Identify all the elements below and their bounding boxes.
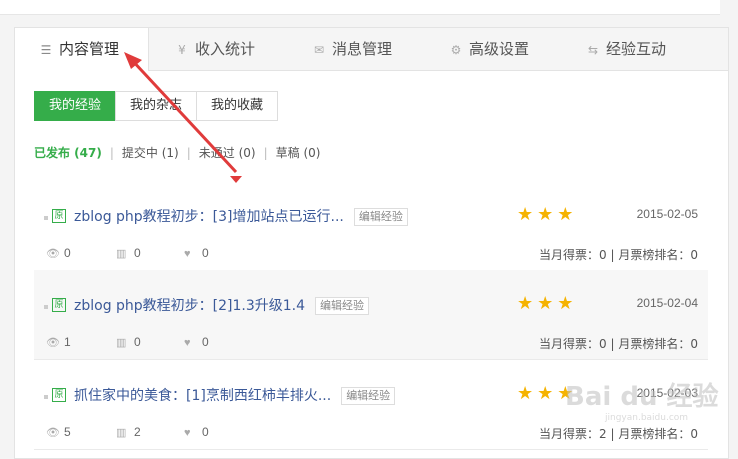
item-title-row: zblog php教程初步：[2]1.3升级1.4 编辑经验 (74, 295, 370, 315)
star-icon: ★ (557, 293, 578, 313)
star-icon: ★ (537, 383, 558, 403)
views-count: 0 (64, 246, 71, 260)
original-badge: 原 (52, 388, 66, 402)
eye-icon: 👁 (46, 427, 60, 439)
subtab-my-magazine[interactable]: 我的杂志 (115, 91, 198, 121)
mail-icon: ✉ (313, 42, 325, 57)
filter-submitting[interactable]: 提交中 (1) (122, 144, 179, 161)
votes-stat: ▥ 0 (116, 335, 141, 349)
tab-label: 经验互动 (606, 40, 667, 58)
baidu-watermark: Bai du 经验 jingyan.baidu.com (565, 376, 719, 423)
likes-stat: ♥ 0 (184, 425, 209, 439)
monthly-votes: 当月得票：0 | 月票榜排名：0 (539, 248, 698, 262)
divider: | (186, 146, 191, 160)
views-count: 5 (64, 425, 71, 439)
rating-stars: ★★★ (517, 293, 577, 314)
votes-stat: ▥ 2 (116, 425, 141, 439)
likes-count: 0 (202, 425, 209, 439)
tab-experience-interaction[interactable]: ⇆ 经验互动 (586, 28, 666, 70)
subtab-my-favorites[interactable]: 我的收藏 (196, 91, 279, 121)
item-title-row: 抓住家中的美食：[1]烹制西红柿羊排火... 编辑经验 (74, 385, 396, 405)
star-icon: ★ (557, 204, 578, 224)
top-bar (0, 0, 720, 15)
eye-icon: 👁 (46, 248, 60, 260)
star-icon: ★ (517, 383, 538, 403)
eye-icon: 👁 (46, 337, 60, 349)
views-stat: 👁 5 (46, 425, 71, 439)
list-item: 原 zblog php教程初步：[3]增加站点已运行... 编辑经验 ★★★ 20… (34, 181, 708, 271)
filter-published[interactable]: 已发布 (47) (34, 144, 102, 161)
bullet (44, 395, 48, 399)
item-title-link[interactable]: 抓住家中的美食：[1]烹制西红柿羊排火... (74, 388, 331, 404)
star-icon: ★ (517, 204, 538, 224)
views-count: 1 (64, 335, 71, 349)
swap-icon: ⇆ (587, 42, 599, 57)
heart-icon: ♥ (184, 337, 191, 349)
watermark-sub: jingyan.baidu.com (605, 413, 689, 423)
original-badge: 原 (52, 209, 66, 223)
tab-label: 高级设置 (469, 40, 530, 58)
filter-rejected[interactable]: 未通过 (0) (199, 144, 256, 161)
views-stat: 👁 1 (46, 335, 71, 349)
monthly-votes: 当月得票：0 | 月票榜排名：0 (539, 337, 698, 351)
tab-content-management[interactable]: ☰ 内容管理 (15, 28, 149, 71)
gear-icon: ⚙ (450, 42, 462, 57)
item-title-link[interactable]: zblog php教程初步：[3]增加站点已运行... (74, 209, 344, 225)
heart-icon: ♥ (184, 427, 191, 439)
divider: | (109, 146, 114, 160)
filter-drafts[interactable]: 草稿 (0) (276, 144, 321, 161)
edit-experience-button[interactable]: 编辑经验 (341, 387, 396, 405)
tab-label: 内容管理 (59, 40, 120, 58)
star-icon: ★ (537, 204, 558, 224)
tab-income-stats[interactable]: ¥ 收入统计 (175, 28, 255, 70)
bullet (44, 305, 48, 309)
item-title-link[interactable]: zblog php教程初步：[2]1.3升级1.4 (74, 298, 305, 314)
star-icon: ★ (517, 293, 538, 313)
tab-label: 消息管理 (332, 40, 393, 58)
likes-count: 0 (202, 335, 209, 349)
votes-count: 0 (134, 335, 141, 349)
votes-stat: ▥ 0 (116, 246, 141, 260)
main-tabs: ☰ 内容管理 ¥ 收入统计 ✉ 消息管理 ⚙ 高级设置 ⇆ 经验互动 (15, 28, 728, 71)
heart-icon: ♥ (184, 248, 191, 260)
likes-stat: ♥ 0 (184, 246, 209, 260)
edit-experience-button[interactable]: 编辑经验 (353, 208, 408, 226)
bar-chart-icon: ▥ (116, 248, 127, 260)
publish-date: 2015-02-05 (636, 207, 698, 221)
votes-count: 0 (134, 246, 141, 260)
sub-tabs: 我的经验 我的杂志 我的收藏 (34, 91, 279, 121)
bar-chart-icon: ▥ (116, 337, 127, 349)
bar-chart-icon: ▥ (116, 427, 127, 439)
list-icon: ☰ (40, 42, 52, 57)
publish-date: 2015-02-04 (636, 296, 698, 310)
divider: | (263, 146, 268, 160)
list-item: 原 zblog php教程初步：[2]1.3升级1.4 编辑经验 ★★★ 2015… (34, 270, 708, 360)
views-stat: 👁 0 (46, 246, 71, 260)
edit-experience-button[interactable]: 编辑经验 (315, 297, 370, 315)
likes-count: 0 (202, 246, 209, 260)
tab-label: 收入统计 (195, 40, 256, 58)
rating-stars: ★★★ (517, 204, 577, 225)
item-title-row: zblog php教程初步：[3]增加站点已运行... 编辑经验 (74, 206, 408, 226)
watermark-main: Bai du 经验 (565, 382, 719, 412)
original-badge: 原 (52, 298, 66, 312)
monthly-votes: 当月得票：2 | 月票榜排名：0 (539, 427, 698, 441)
tab-advanced-settings[interactable]: ⚙ 高级设置 (449, 28, 529, 70)
yen-icon: ¥ (178, 42, 186, 57)
likes-stat: ♥ 0 (184, 335, 209, 349)
tab-message-management[interactable]: ✉ 消息管理 (312, 28, 392, 70)
votes-count: 2 (134, 425, 141, 439)
star-icon: ★ (537, 293, 558, 313)
status-filters: 已发布 (47) | 提交中 (1) | 未通过 (0) | 草稿 (0) (34, 144, 320, 161)
subtab-my-experience[interactable]: 我的经验 (34, 91, 117, 121)
bullet (44, 216, 48, 220)
